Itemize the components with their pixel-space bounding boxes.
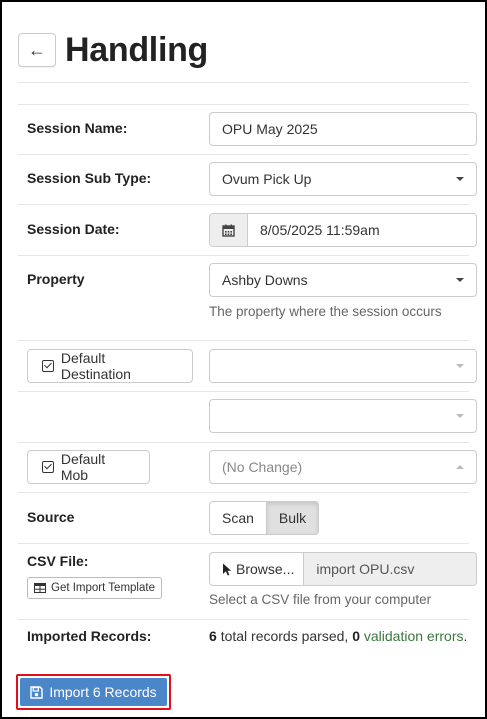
back-button[interactable]: ← [18, 33, 56, 67]
property-value: Ashby Downs [222, 272, 308, 288]
page-header: ← Handling [18, 20, 208, 80]
property-select[interactable]: Ashby Downs [209, 263, 477, 297]
browse-label: Browse... [236, 561, 295, 577]
table-icon [34, 583, 46, 593]
divider [18, 492, 469, 493]
divider [18, 391, 469, 392]
default-mob-value: (No Change) [222, 459, 303, 475]
csv-filename-value: import OPU.csv [316, 561, 415, 577]
validation-errors-link[interactable]: validation errors [364, 628, 464, 644]
source-label: Source [27, 509, 75, 525]
divider [18, 104, 469, 105]
property-help-text: The property where the session occurs [209, 304, 442, 319]
default-destination-label: Default Destination [60, 350, 131, 382]
divider [18, 204, 469, 205]
imported-records-label: Imported Records: [27, 628, 152, 644]
session-sub-type-label: Session Sub Type: [27, 170, 152, 186]
browse-button[interactable]: Browse... [209, 552, 305, 586]
destination-secondary-select[interactable] [209, 399, 477, 433]
divider [18, 340, 469, 341]
page-frame: ← Handling Session Name: OPU May 2025 Se… [0, 0, 487, 719]
session-date-value: 8/05/2025 11:59am [260, 222, 380, 238]
source-option-scan[interactable]: Scan [209, 501, 267, 535]
csv-file-input: Browse... import OPU.csv [209, 552, 477, 586]
csv-help-text: Select a CSV file from your computer [209, 592, 432, 607]
calendar-icon[interactable] [210, 214, 248, 246]
session-sub-type-select[interactable]: Ovum Pick Up [209, 162, 477, 196]
divider [18, 255, 469, 256]
session-date-input[interactable]: 8/05/2025 11:59am [209, 213, 477, 247]
chevron-up-icon [456, 465, 464, 469]
source-option-bulk[interactable]: Bulk [266, 501, 320, 535]
chevron-down-icon [456, 177, 464, 181]
session-date-label: Session Date: [27, 221, 120, 237]
get-import-template-label: Get Import Template [51, 582, 155, 594]
default-destination-button[interactable]: Default Destination [27, 349, 193, 383]
session-sub-type-value: Ovum Pick Up [222, 171, 312, 187]
divider [18, 543, 469, 544]
divider [18, 154, 469, 155]
csv-filename: import OPU.csv [304, 552, 477, 586]
csv-file-label: CSV File: [27, 553, 89, 569]
default-mob-select[interactable]: (No Change) [209, 450, 477, 484]
source-toggle: Scan Bulk [209, 501, 320, 535]
import-highlight-box: Import 6 Records [16, 674, 171, 710]
session-name-value: OPU May 2025 [222, 121, 318, 137]
get-import-template-button[interactable]: Get Import Template [27, 577, 162, 599]
property-label: Property [27, 271, 85, 287]
divider [18, 82, 469, 83]
check-square-icon [42, 360, 54, 372]
import-records-button[interactable]: Import 6 Records [20, 678, 167, 706]
imported-records-summary: 6 total records parsed, 0 validation err… [209, 628, 467, 644]
divider [18, 442, 469, 443]
default-mob-label: Default Mob [60, 451, 106, 483]
default-mob-button[interactable]: Default Mob [27, 450, 150, 484]
divider [18, 619, 469, 620]
check-square-icon [42, 461, 54, 473]
save-icon [30, 685, 44, 699]
total-records-text: total records parsed, [220, 628, 349, 644]
summary-period: . [463, 628, 468, 644]
page-title: Handling [65, 30, 209, 69]
chevron-down-icon [456, 414, 464, 418]
chevron-down-icon [456, 278, 464, 282]
arrow-left-icon: ← [28, 39, 46, 60]
total-records-count: 6 [209, 628, 217, 644]
chevron-down-icon [456, 364, 464, 368]
default-destination-select[interactable] [209, 349, 477, 383]
session-name-label: Session Name: [27, 120, 128, 136]
import-records-label: Import 6 Records [49, 684, 157, 700]
validation-errors-count: 0 [352, 628, 360, 644]
session-name-input[interactable]: OPU May 2025 [209, 112, 477, 146]
cursor-icon [223, 563, 232, 575]
